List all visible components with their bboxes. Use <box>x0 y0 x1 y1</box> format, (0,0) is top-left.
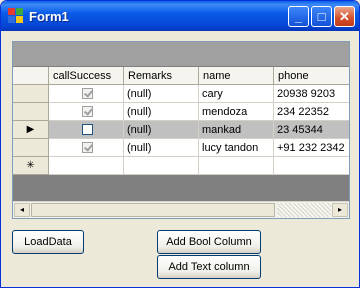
column-header-remarks[interactable]: Remarks <box>124 67 199 85</box>
scroll-left-button[interactable]: ◂ <box>14 203 30 217</box>
phone-cell[interactable]: +91 232 2342 <box>274 139 349 157</box>
callsuccess-cell[interactable] <box>49 85 124 103</box>
name-cell[interactable]: mankad <box>199 121 274 139</box>
name-cell[interactable]: cary <box>199 85 274 103</box>
new-row-cell[interactable] <box>274 157 349 175</box>
scroll-thumb[interactable] <box>31 203 275 217</box>
horizontal-scrollbar[interactable]: ◂ ▸ <box>13 201 349 218</box>
remarks-cell[interactable]: (null) <box>124 103 199 121</box>
callsuccess-cell[interactable] <box>49 121 124 139</box>
app-icon <box>8 8 24 24</box>
row-header[interactable] <box>13 85 49 103</box>
remarks-cell[interactable]: (null) <box>124 85 199 103</box>
checkbox-checked[interactable] <box>82 88 93 99</box>
column-header-name[interactable]: name <box>199 67 274 85</box>
new-row-cell[interactable] <box>124 157 199 175</box>
client-area: callSuccess Remarks name phone (null) ca… <box>4 31 356 286</box>
add-bool-column-button[interactable]: Add Bool Column <box>157 230 261 254</box>
remarks-cell[interactable]: (null) <box>124 139 199 157</box>
phone-cell[interactable]: 234 22352 <box>274 103 349 121</box>
new-row-indicator[interactable]: ✳ <box>13 157 49 175</box>
scroll-right-button[interactable]: ▸ <box>332 203 348 217</box>
scroll-track[interactable] <box>277 203 331 217</box>
remarks-cell[interactable]: (null) <box>124 121 199 139</box>
checkbox-checked[interactable] <box>82 142 93 153</box>
grid-caption <box>13 42 349 66</box>
row-header[interactable] <box>13 139 49 157</box>
new-row-cell[interactable] <box>199 157 274 175</box>
close-button[interactable]: ✕ <box>334 6 355 27</box>
header-corner[interactable] <box>13 67 49 85</box>
name-cell[interactable]: lucy tandon <box>199 139 274 157</box>
window-title: Form1 <box>29 9 69 24</box>
add-text-column-button[interactable]: Add Text column <box>157 255 261 279</box>
checkbox-checked[interactable] <box>82 106 93 117</box>
form-window: Form1 _ □ ✕ callSuccess Remarks name pho… <box>0 0 360 288</box>
phone-cell[interactable]: 23 45344 <box>274 121 349 139</box>
current-row-indicator[interactable]: ▶ <box>13 121 49 139</box>
column-header-callsuccess[interactable]: callSuccess <box>49 67 124 85</box>
new-row-cell[interactable] <box>49 157 124 175</box>
load-data-button[interactable]: LoadData <box>12 230 84 254</box>
phone-cell[interactable]: 20938 9203 <box>274 85 349 103</box>
title-bar[interactable]: Form1 _ □ ✕ <box>1 1 359 31</box>
checkbox-unchecked[interactable] <box>82 124 93 135</box>
name-cell[interactable]: mendoza <box>199 103 274 121</box>
minimize-button[interactable]: _ <box>288 6 309 27</box>
row-header[interactable] <box>13 103 49 121</box>
data-grid[interactable]: callSuccess Remarks name phone (null) ca… <box>12 41 350 219</box>
callsuccess-cell[interactable] <box>49 139 124 157</box>
callsuccess-cell[interactable] <box>49 103 124 121</box>
maximize-button[interactable]: □ <box>311 6 332 27</box>
column-header-phone[interactable]: phone <box>274 67 349 85</box>
